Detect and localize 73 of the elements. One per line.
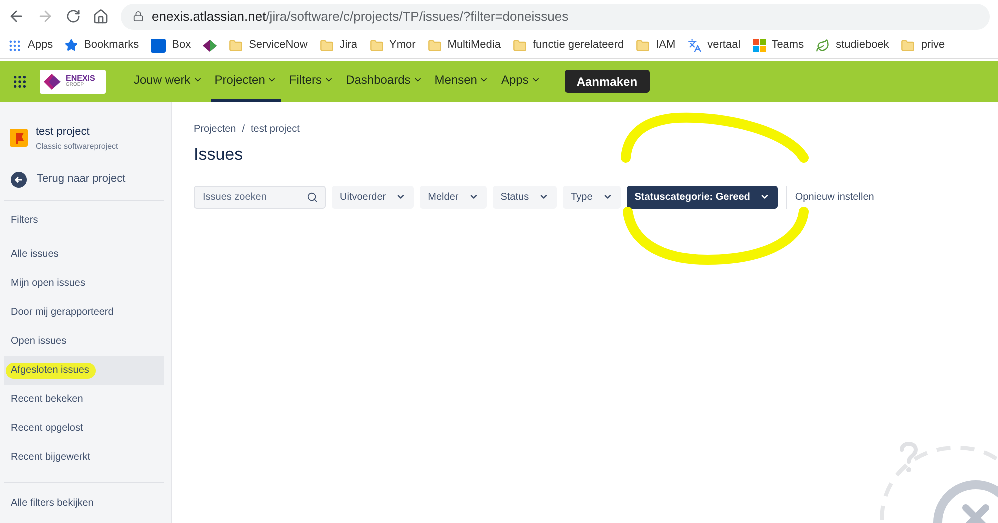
nav-menu-item[interactable]: Apps	[497, 61, 545, 102]
filter-list-item[interactable]: Recent bekeken	[4, 384, 164, 414]
back-to-project-link[interactable]: Terug naar project	[4, 170, 164, 190]
search-field[interactable]: Issues zoeken	[194, 186, 326, 208]
apps-grid-icon	[8, 38, 22, 52]
nav-menu-item[interactable]: Mensen	[430, 61, 494, 102]
bookmark-item[interactable]	[203, 40, 218, 52]
filter-list-item[interactable]: Afgesloten issues	[4, 356, 164, 384]
filter-list-item[interactable]: Alle issues	[4, 240, 164, 268]
filter-list-item[interactable]: Door mij gerapporteerd	[4, 298, 164, 326]
reload-icon[interactable]	[66, 9, 81, 24]
url-text: enexis.atlassian.net/jira/software/c/projects/TP/issues/?filter=doneissues	[152, 8, 569, 26]
box-logo-icon	[151, 38, 166, 52]
bookmark-item[interactable]: vertaal	[688, 37, 741, 54]
bookmark-item[interactable]: MultiMedia	[428, 37, 501, 54]
page-title: Issues	[194, 144, 244, 166]
folder-icon	[370, 38, 384, 52]
bookmark-item[interactable]: Jira	[320, 37, 358, 54]
filter-dropdown[interactable]: Statuscategorie: Gereed	[626, 186, 778, 208]
home-icon[interactable]	[93, 8, 109, 24]
filter-dropdown[interactable]: Status	[492, 186, 558, 208]
section-title: Filters	[10, 214, 40, 228]
folder-icon	[320, 38, 334, 52]
app-switcher-icon[interactable]	[12, 74, 28, 90]
bookmark-item[interactable]: Ymor	[370, 37, 416, 54]
create-button[interactable]: Aanmaken	[564, 70, 650, 93]
bookmark-item[interactable]: Bookmarks	[65, 37, 140, 54]
project-name: test project	[36, 125, 91, 140]
chevron-down-icon	[602, 192, 613, 202]
nav-menu-item[interactable]: Jouw werk	[130, 61, 207, 102]
back-icon[interactable]	[8, 8, 25, 25]
filter-dropdown[interactable]: Uitvoerder	[332, 186, 414, 208]
filter-list-item[interactable]: Open issues	[4, 326, 164, 356]
breadcrumb-separator: /	[242, 123, 246, 137]
chevron-down-icon	[396, 192, 406, 202]
bookmark-item[interactable]: functie gerelateerd	[512, 37, 624, 54]
reset-link[interactable]: Opnieuw instellen	[795, 190, 874, 204]
folder-icon	[428, 38, 442, 52]
chevron-down-icon	[539, 192, 550, 202]
breadcrumb-link[interactable]: test project	[251, 122, 300, 137]
lock-icon	[133, 11, 144, 22]
chevron-down-icon	[468, 192, 479, 202]
bookmark-item[interactable]: ServiceNow	[229, 37, 308, 54]
four-squares-icon	[752, 39, 766, 52]
bookmark-item[interactable]: Teams	[752, 37, 804, 54]
folder-icon	[229, 38, 244, 52]
diamond-logo-icon	[203, 40, 218, 52]
search-icon	[307, 192, 318, 202]
bookmark-item[interactable]: Box	[151, 37, 192, 54]
project-type: Classic softwareproject	[36, 140, 118, 152]
all-filters-link[interactable]: Alle filters bekijken	[4, 496, 164, 510]
bookmark-item[interactable]: studieboek	[816, 37, 890, 54]
nav-menu-item[interactable]: Dashboards	[342, 61, 427, 102]
filter-dropdown[interactable]: Type	[563, 186, 621, 208]
star-icon	[65, 39, 78, 52]
filter-dropdown[interactable]: Melder	[420, 186, 487, 208]
folder-icon	[901, 38, 916, 52]
address-bar[interactable]: enexis.atlassian.net/jira/software/c/projects/TP/issues/?filter=doneissues	[121, 4, 990, 30]
folder-icon	[636, 38, 650, 52]
bookmark-item[interactable]: Apps	[8, 37, 54, 54]
breadcrumb-link[interactable]: Projecten	[194, 122, 236, 137]
filter-list-item[interactable]: Recent bijgewerkt	[4, 442, 164, 472]
folder-icon	[512, 38, 527, 52]
translate-icon	[688, 38, 702, 52]
bookmark-item[interactable]: prive	[901, 37, 946, 54]
nav-menu-item[interactable]: Projecten	[210, 61, 282, 102]
project-flag-icon	[10, 129, 28, 148]
leaf-icon	[816, 38, 830, 52]
nav-menu-item[interactable]: Filters	[285, 61, 338, 102]
filter-list-item[interactable]: Mijn open issues	[4, 268, 164, 298]
chevron-down-icon	[760, 192, 770, 202]
bookmark-item[interactable]: IAM	[636, 37, 676, 54]
filter-list-item[interactable]: Recent opgelost	[4, 414, 164, 442]
